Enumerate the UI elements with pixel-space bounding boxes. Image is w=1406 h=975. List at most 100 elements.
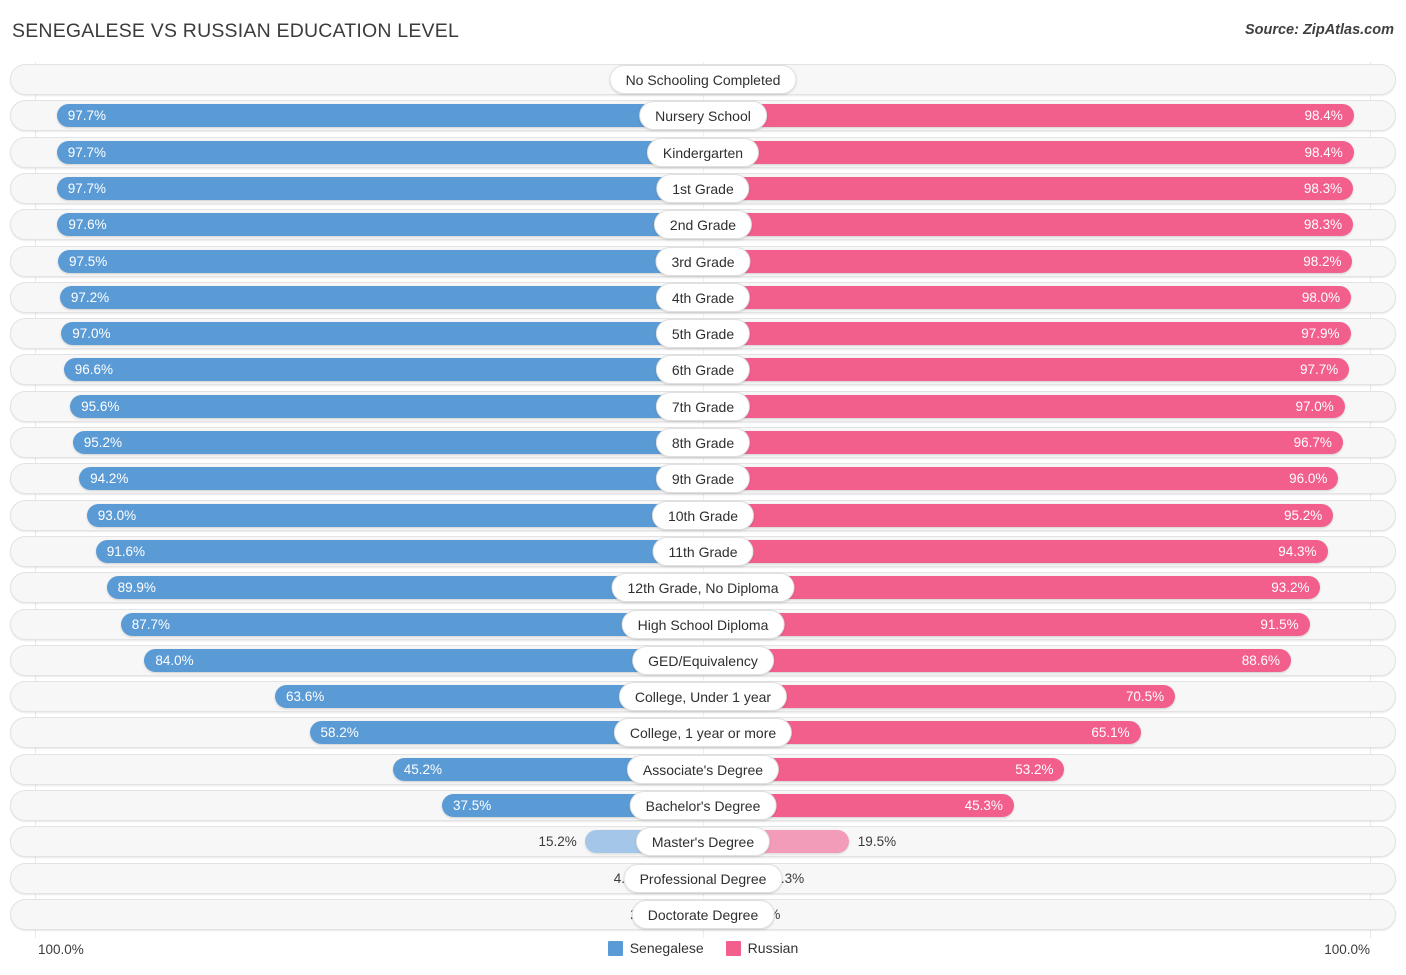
legend-swatch-pink bbox=[726, 941, 741, 956]
chart-row: 95.2% 96.7% 8th Grade bbox=[10, 427, 1396, 458]
category-label: 8th Grade bbox=[656, 428, 750, 457]
category-label: 4th Grade bbox=[656, 283, 750, 312]
chart-row: 45.2% 53.2% Associate's Degree bbox=[10, 754, 1396, 785]
chart-row: 15.2% 19.5% Master's Degree bbox=[10, 826, 1396, 857]
bar-value-russian: 6.3% bbox=[773, 863, 855, 894]
bar-value-senegalese: 97.6% bbox=[68, 209, 158, 240]
legend-label: Russian bbox=[748, 940, 799, 956]
chart-row: 97.2% 98.0% 4th Grade bbox=[10, 282, 1396, 313]
legend-swatch-blue bbox=[608, 941, 623, 956]
chart-row: 96.6% 97.7% 6th Grade bbox=[10, 354, 1396, 385]
bar-value-senegalese: 87.7% bbox=[132, 609, 222, 640]
chart-row: 97.5%98.2%3rd Grade bbox=[10, 246, 1396, 277]
bar-value-senegalese: 95.6% bbox=[81, 391, 171, 422]
bar-value-russian: 88.6% bbox=[1190, 645, 1280, 676]
chart-footer: 100.0% 100.0% SenegaleseRussian bbox=[0, 936, 1406, 975]
category-label: 5th Grade bbox=[656, 319, 750, 348]
category-label: Kindergarten bbox=[647, 138, 759, 167]
bar-value-russian: 70.5% bbox=[1074, 681, 1164, 712]
bar-value-senegalese: 97.5% bbox=[69, 246, 159, 277]
bar-value-russian: 97.0% bbox=[1244, 391, 1334, 422]
chart-row: 97.7% 98.4% Nursery School bbox=[10, 100, 1396, 131]
category-label: College, Under 1 year bbox=[619, 682, 787, 711]
category-label: Master's Degree bbox=[636, 827, 770, 856]
chart-plot-area: 2.3%1.7%No Schooling Completed 97.7% 98.4%… bbox=[0, 62, 1406, 938]
chart-row: 84.0% 88.6% GED/Equivalency bbox=[10, 645, 1396, 676]
category-label: 9th Grade bbox=[656, 464, 750, 493]
chart-row: 93.0%95.2%10th Grade bbox=[10, 500, 1396, 531]
category-label: Bachelor's Degree bbox=[630, 791, 777, 820]
chart-row: 2.0%2.6%Doctorate Degree bbox=[10, 899, 1396, 930]
bar-value-senegalese: 96.6% bbox=[75, 354, 165, 385]
bar-value-russian: 91.5% bbox=[1209, 609, 1299, 640]
bar-value-senegalese: 97.7% bbox=[68, 173, 158, 204]
category-label: No Schooling Completed bbox=[610, 65, 797, 94]
bar-value-senegalese: 37.5% bbox=[453, 790, 543, 821]
bar-value-russian: 98.4% bbox=[1253, 100, 1343, 131]
chart-row: 89.9%93.2%12th Grade, No Diploma bbox=[10, 572, 1396, 603]
category-label: College, 1 year or more bbox=[614, 718, 792, 747]
chart-page: SENEGALESE VS RUSSIAN EDUCATION LEVEL So… bbox=[0, 0, 1406, 975]
bar-value-russian: 97.9% bbox=[1250, 318, 1340, 349]
legend-item[interactable]: Russian bbox=[726, 940, 799, 956]
category-label: Professional Degree bbox=[624, 864, 783, 893]
chart-row: 94.2% 96.0% 9th Grade bbox=[10, 463, 1396, 494]
bar-value-russian: 53.2% bbox=[963, 754, 1053, 785]
source-attribution: Source: ZipAtlas.com bbox=[1245, 22, 1394, 38]
bar-value-russian: 65.1% bbox=[1040, 717, 1130, 748]
bar-value-senegalese: 93.0% bbox=[98, 500, 188, 531]
chart-row: 91.6% 94.3% 11th Grade bbox=[10, 536, 1396, 567]
category-label: Doctorate Degree bbox=[632, 900, 775, 929]
chart-row: 58.2% 65.1% College, 1 year or more bbox=[10, 717, 1396, 748]
chart-header: SENEGALESE VS RUSSIAN EDUCATION LEVEL So… bbox=[0, 0, 1406, 62]
chart-row: 37.5% 45.3% Bachelor's Degree bbox=[10, 790, 1396, 821]
category-label: 3rd Grade bbox=[655, 247, 750, 276]
category-label: 6th Grade bbox=[656, 355, 750, 384]
bar-value-senegalese: 63.6% bbox=[286, 681, 376, 712]
chart-row: 95.6% 97.0% 7th Grade bbox=[10, 391, 1396, 422]
bar-value-russian: 98.4% bbox=[1253, 137, 1343, 168]
bar-value-senegalese: 91.6% bbox=[107, 536, 197, 567]
bar-value-russian: 98.3% bbox=[1252, 173, 1342, 204]
bar-value-russian: 96.0% bbox=[1237, 463, 1327, 494]
bar-value-senegalese: 97.7% bbox=[68, 137, 158, 168]
bar-value-russian: 93.2% bbox=[1219, 572, 1309, 603]
category-label: 10th Grade bbox=[652, 501, 754, 530]
chart-row: 97.0% 97.9% 5th Grade bbox=[10, 318, 1396, 349]
chart-row: 87.7% 91.5% High School Diploma bbox=[10, 609, 1396, 640]
bar-value-senegalese: 94.2% bbox=[90, 463, 180, 494]
chart-legend: Senegalese Russian bbox=[0, 940, 1406, 956]
chart-row: 63.6% 70.5% College, Under 1 year bbox=[10, 681, 1396, 712]
category-label: 2nd Grade bbox=[654, 210, 752, 239]
bar-value-senegalese: 15.2% bbox=[495, 826, 577, 857]
bar-value-senegalese: 45.2% bbox=[404, 754, 494, 785]
page-title: SENEGALESE VS RUSSIAN EDUCATION LEVEL bbox=[12, 20, 459, 43]
bar-value-russian: 96.7% bbox=[1242, 427, 1332, 458]
bar-value-senegalese: 58.2% bbox=[321, 717, 411, 748]
chart-row: 97.7% 98.4% Kindergarten bbox=[10, 137, 1396, 168]
legend-item[interactable]: Senegalese bbox=[608, 940, 704, 956]
bar-value-russian: 98.3% bbox=[1252, 209, 1342, 240]
category-label: Associate's Degree bbox=[627, 755, 779, 784]
bar-value-senegalese: 89.9% bbox=[118, 572, 208, 603]
bar-value-senegalese: 95.2% bbox=[84, 427, 174, 458]
bar-value-senegalese: 97.0% bbox=[72, 318, 162, 349]
chart-row: 97.7%98.3%1st Grade bbox=[10, 173, 1396, 204]
legend-label: Senegalese bbox=[630, 940, 704, 956]
chart-row: 97.6% 98.3% 2nd Grade bbox=[10, 209, 1396, 240]
category-label: Nursery School bbox=[639, 101, 767, 130]
chart-row: 2.3%1.7%No Schooling Completed bbox=[10, 64, 1396, 95]
chart-row: 4.6%6.3%Professional Degree bbox=[10, 863, 1396, 894]
bar-value-russian: 45.3% bbox=[913, 790, 1003, 821]
bar-value-senegalese: 97.7% bbox=[68, 100, 158, 131]
category-label: GED/Equivalency bbox=[632, 646, 774, 675]
bar-value-senegalese: 84.0% bbox=[155, 645, 245, 676]
category-label: 7th Grade bbox=[656, 392, 750, 421]
bar-value-russian: 98.0% bbox=[1250, 282, 1340, 313]
category-label: High School Diploma bbox=[622, 610, 785, 639]
bar-value-russian: 94.3% bbox=[1227, 536, 1317, 567]
bar-value-russian: 19.5% bbox=[858, 826, 940, 857]
bar-value-russian: 97.7% bbox=[1248, 354, 1338, 385]
bar-value-senegalese: 97.2% bbox=[71, 282, 161, 313]
category-label: 11th Grade bbox=[652, 537, 753, 566]
